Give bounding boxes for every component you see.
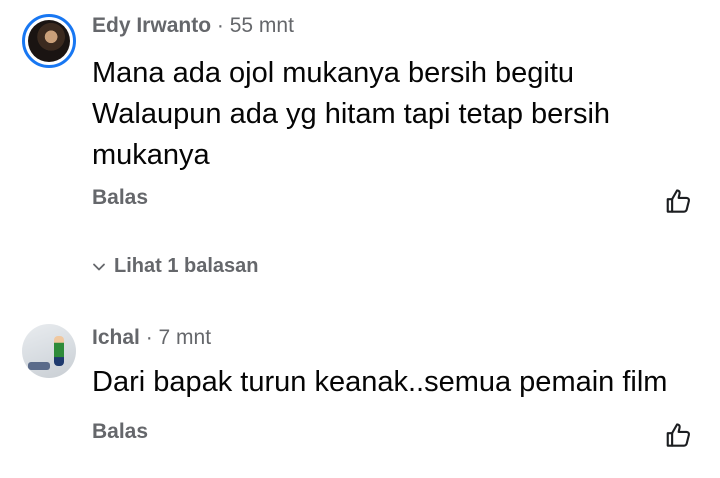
thumbs-up-icon bbox=[664, 186, 694, 216]
comment-text: Mana ada ojol mukanya bersih begitu Wala… bbox=[92, 57, 611, 171]
separator-dot: · bbox=[216, 14, 224, 37]
reply-button[interactable]: Balas bbox=[92, 420, 148, 444]
author-name[interactable]: Ichal bbox=[92, 326, 140, 349]
view-replies-link[interactable]: Lihat 1 balasan bbox=[92, 255, 259, 278]
like-button[interactable] bbox=[664, 420, 694, 450]
reply-button[interactable]: Balas bbox=[92, 186, 148, 210]
view-replies-label: Lihat 1 balasan bbox=[114, 255, 259, 277]
avatar-image-detail bbox=[54, 336, 64, 366]
comment-text: Dari bapak turun keanak..semua pemain fi… bbox=[92, 366, 668, 398]
timestamp: 7 mnt bbox=[158, 326, 212, 349]
like-button[interactable] bbox=[664, 186, 694, 216]
chevron-down-icon bbox=[92, 260, 106, 274]
comment-header: Ichal · 7 mnt bbox=[92, 326, 211, 350]
avatar[interactable] bbox=[22, 14, 76, 68]
comment-header: Edy Irwanto · 55 mnt bbox=[92, 14, 294, 38]
avatar-image bbox=[28, 20, 70, 62]
avatar-image-detail bbox=[28, 362, 50, 370]
thumbs-up-icon bbox=[664, 420, 694, 450]
avatar[interactable] bbox=[22, 324, 76, 378]
separator-dot: · bbox=[145, 326, 153, 349]
author-name[interactable]: Edy Irwanto bbox=[92, 14, 211, 37]
timestamp: 55 mnt bbox=[229, 14, 294, 37]
